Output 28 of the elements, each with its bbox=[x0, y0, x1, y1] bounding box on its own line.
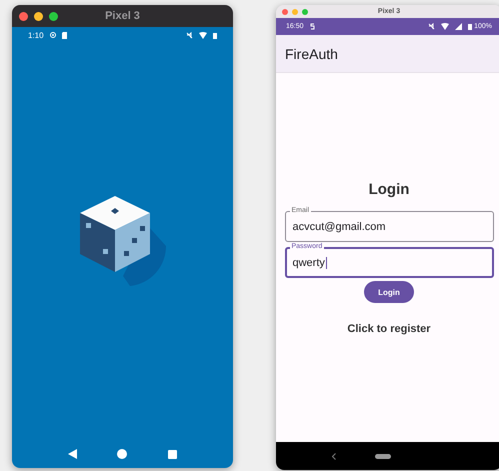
record-icon bbox=[50, 32, 56, 38]
field-value: acvcut@gmail.com bbox=[292, 220, 386, 232]
close-button[interactable] bbox=[19, 12, 28, 20]
back-icon bbox=[332, 452, 336, 460]
battery-icon bbox=[468, 23, 472, 30]
window-title: Pixel 3 bbox=[105, 10, 140, 22]
close-button[interactable] bbox=[282, 8, 288, 14]
signal-icon bbox=[455, 23, 462, 30]
register-link[interactable]: Click to register bbox=[347, 323, 431, 335]
dice-logo-icon bbox=[78, 196, 168, 288]
app-title: FireAuth bbox=[285, 46, 338, 62]
battery-icon bbox=[213, 32, 217, 38]
login-button[interactable]: Login bbox=[364, 281, 414, 303]
login-heading: Login bbox=[368, 181, 410, 198]
text-cursor bbox=[326, 256, 327, 268]
wifi-icon bbox=[441, 23, 450, 30]
status-time: 1:10 bbox=[28, 30, 44, 40]
sd-card-icon bbox=[62, 32, 67, 38]
home-icon bbox=[117, 449, 128, 459]
home-pill-icon bbox=[374, 454, 391, 458]
maximize-button[interactable] bbox=[49, 12, 58, 20]
wifi-icon bbox=[199, 32, 207, 38]
recents-icon bbox=[168, 450, 177, 458]
minimize-button[interactable] bbox=[34, 12, 43, 20]
field-value: qwerty bbox=[292, 256, 327, 268]
mute-icon bbox=[428, 23, 436, 30]
mute-icon bbox=[186, 32, 193, 38]
back-icon bbox=[68, 449, 78, 459]
